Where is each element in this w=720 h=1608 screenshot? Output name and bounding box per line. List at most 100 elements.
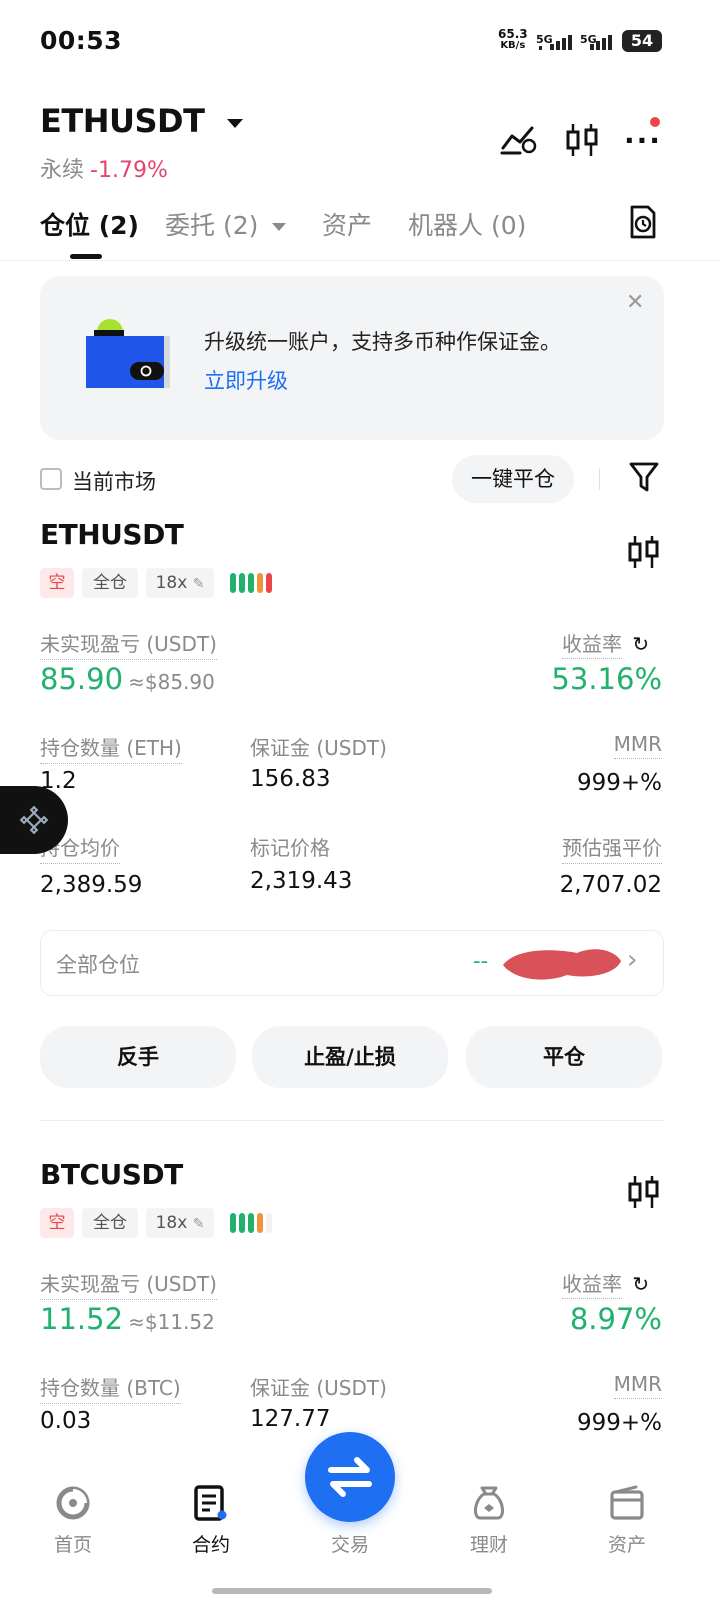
tab-orders[interactable]: 委托 (2) [165, 206, 287, 242]
share-icon: ↻ [632, 632, 650, 656]
contract-info: 永续 -1.79% [40, 152, 168, 184]
floating-assistant-button[interactable] [0, 786, 68, 854]
roe-label: 收益率 [562, 632, 622, 659]
nav-earn[interactable]: 理财 [444, 1530, 534, 1557]
symbol-label: ETHUSDT [40, 102, 205, 140]
notification-dot [650, 117, 660, 127]
current-market-checkbox[interactable] [40, 468, 62, 490]
tab-positions[interactable]: 仓位 (2) [40, 206, 139, 242]
liquidation-price-value: 2,707.02 [559, 872, 662, 898]
nav-assets[interactable]: 资产 [582, 1530, 672, 1557]
mmr-label[interactable]: MMR [613, 732, 662, 759]
risk-bar [230, 573, 236, 593]
unrealized-pnl-label[interactable]: 未实现盈亏 (USDT) [40, 628, 217, 660]
filter-icon[interactable] [628, 460, 660, 494]
redaction-mark [503, 949, 621, 980]
risk-bar [239, 573, 245, 593]
nav-futures[interactable]: 合约 [166, 1530, 256, 1557]
mark-price-value: 2,319.43 [250, 868, 353, 894]
position-tags: 空 全仓 18x ✎ [40, 1208, 340, 1238]
close-position-button[interactable]: 平仓 [466, 1026, 662, 1088]
price-alert-icon[interactable] [500, 124, 538, 156]
position-tags: 空 全仓 18x ✎ [40, 568, 340, 598]
unrealized-pnl-label[interactable]: 未实现盈亏 (USDT) [40, 1268, 217, 1300]
quantity-label[interactable]: 持仓数量 (BTC) [40, 1372, 181, 1404]
margin-mode-badge: 全仓 [82, 1208, 138, 1238]
edit-icon: ✎ [192, 1216, 205, 1232]
mmr-label[interactable]: MMR [613, 1372, 662, 1399]
tp-sl-button[interactable]: 止盈/止损 [252, 1026, 448, 1088]
risk-bar [257, 573, 263, 593]
tab-orders-label: 委托 (2) [165, 211, 259, 240]
leverage-value: 18x [155, 573, 188, 593]
signal-sim2: 5G [580, 28, 612, 50]
tab-bots[interactable]: 机器人 (0) [408, 206, 526, 242]
all-positions-row[interactable]: 全部仓位 -- › [40, 930, 664, 996]
risk-bar [266, 573, 272, 593]
price-change: -1.79% [90, 158, 168, 183]
mmr-value: 999+% [576, 1410, 662, 1436]
home-icon[interactable] [54, 1484, 92, 1522]
status-time: 00:53 [40, 26, 123, 55]
liquidation-price-label[interactable]: 预估强平价 [562, 832, 662, 864]
roe-label-group[interactable]: 收益率 ↻ [562, 628, 650, 659]
risk-bar [257, 1213, 263, 1233]
roe-value: 53.16% [551, 662, 662, 696]
margin-value: 127.77 [250, 1406, 331, 1432]
roe-value: 8.97% [569, 1302, 662, 1336]
entry-price-value: 2,389.59 [40, 872, 143, 898]
reverse-button[interactable]: 反手 [40, 1026, 236, 1088]
battery-indicator: 54 [622, 30, 662, 52]
risk-bar [248, 573, 254, 593]
leverage-badge[interactable]: 18x ✎ [146, 568, 214, 598]
trade-button[interactable] [305, 1432, 395, 1522]
mmr-value: 999+% [576, 770, 662, 796]
symbol-selector[interactable]: ETHUSDT [40, 102, 244, 140]
nav-home[interactable]: 首页 [28, 1530, 118, 1557]
unrealized-pnl-value: 11.52 [40, 1302, 124, 1336]
margin-value: 156.83 [250, 766, 331, 792]
more-menu-icon[interactable]: ··· [624, 124, 662, 157]
roe-label-group[interactable]: 收益率 ↻ [562, 1268, 650, 1299]
header-divider [0, 260, 720, 261]
leverage-badge[interactable]: 18x ✎ [146, 1208, 214, 1238]
earn-icon[interactable] [470, 1484, 508, 1522]
risk-bars [230, 573, 272, 597]
quantity-label[interactable]: 持仓数量 (ETH) [40, 732, 182, 764]
position-symbol[interactable]: ETHUSDT [40, 518, 184, 551]
close-all-button[interactable]: 一键平仓 [452, 455, 574, 503]
share-icon: ↻ [632, 1272, 650, 1296]
risk-bar [266, 1213, 272, 1233]
edit-icon: ✎ [192, 576, 205, 592]
chevron-right-icon: › [627, 945, 638, 975]
signal-sim1: 5G [536, 28, 572, 50]
nav-trade[interactable]: 交易 [305, 1530, 395, 1557]
candlestick-chart-icon[interactable] [564, 122, 600, 158]
caret-down-icon [227, 118, 244, 128]
position-symbol[interactable]: BTCUSDT [40, 1158, 183, 1191]
margin-mode-badge: 全仓 [82, 568, 138, 598]
contract-type: 永续 [40, 158, 85, 183]
unrealized-pnl: 11.52 ≈$11.52 [40, 1302, 215, 1336]
history-icon[interactable] [628, 204, 658, 240]
risk-bar [248, 1213, 254, 1233]
mark-price-label: 标记价格 [250, 836, 330, 860]
upgrade-now-link[interactable]: 立即升级 [204, 365, 288, 395]
quantity-value: 0.03 [40, 1408, 92, 1434]
close-icon[interactable]: ✕ [626, 290, 644, 315]
candlestick-chart-icon[interactable] [626, 534, 660, 570]
network-speed-value: 65.3 [498, 27, 528, 41]
futures-icon[interactable] [192, 1484, 230, 1522]
wallet-icon[interactable] [608, 1484, 646, 1522]
signal-icon [590, 35, 612, 50]
swap-icon [328, 1457, 372, 1497]
tab-assets[interactable]: 资产 [322, 206, 372, 242]
risk-bars [230, 1213, 272, 1237]
home-indicator[interactable] [212, 1588, 492, 1594]
caret-down-icon [272, 223, 287, 231]
candlestick-chart-icon[interactable] [626, 1174, 660, 1210]
current-market-label: 当前市场 [72, 470, 156, 494]
margin-label: 保证金 (USDT) [250, 1376, 387, 1400]
margin-label: 保证金 (USDT) [250, 736, 387, 760]
all-positions-label: 全部仓位 [56, 953, 140, 977]
